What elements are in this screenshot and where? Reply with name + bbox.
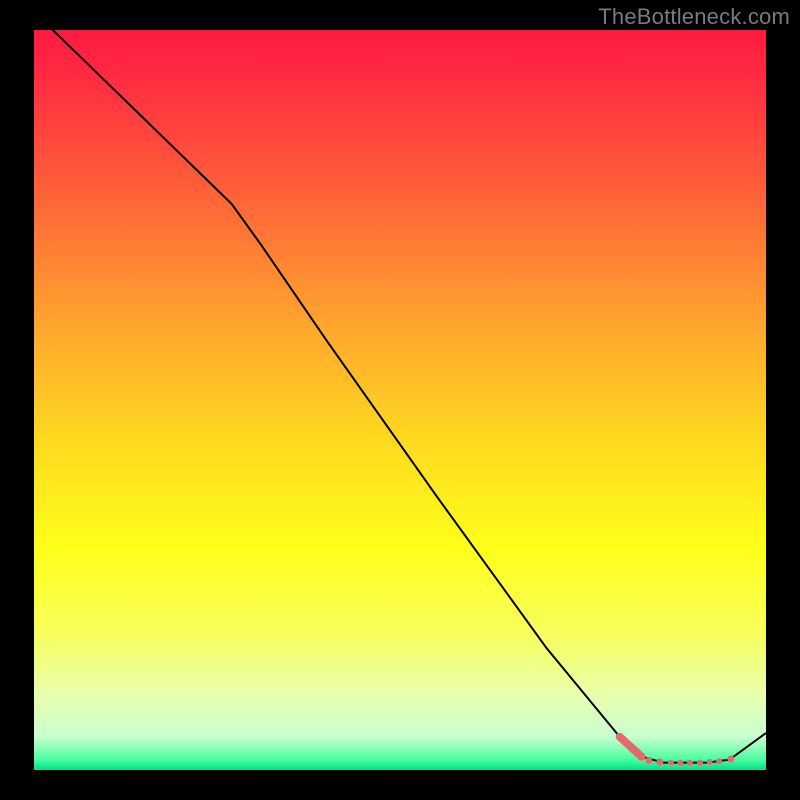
watermark-text: TheBottleneck.com — [598, 4, 790, 30]
gradient-background — [34, 30, 766, 770]
chart-frame: TheBottleneck.com — [0, 0, 800, 800]
plot-area — [34, 30, 766, 770]
chart-svg — [34, 30, 766, 770]
